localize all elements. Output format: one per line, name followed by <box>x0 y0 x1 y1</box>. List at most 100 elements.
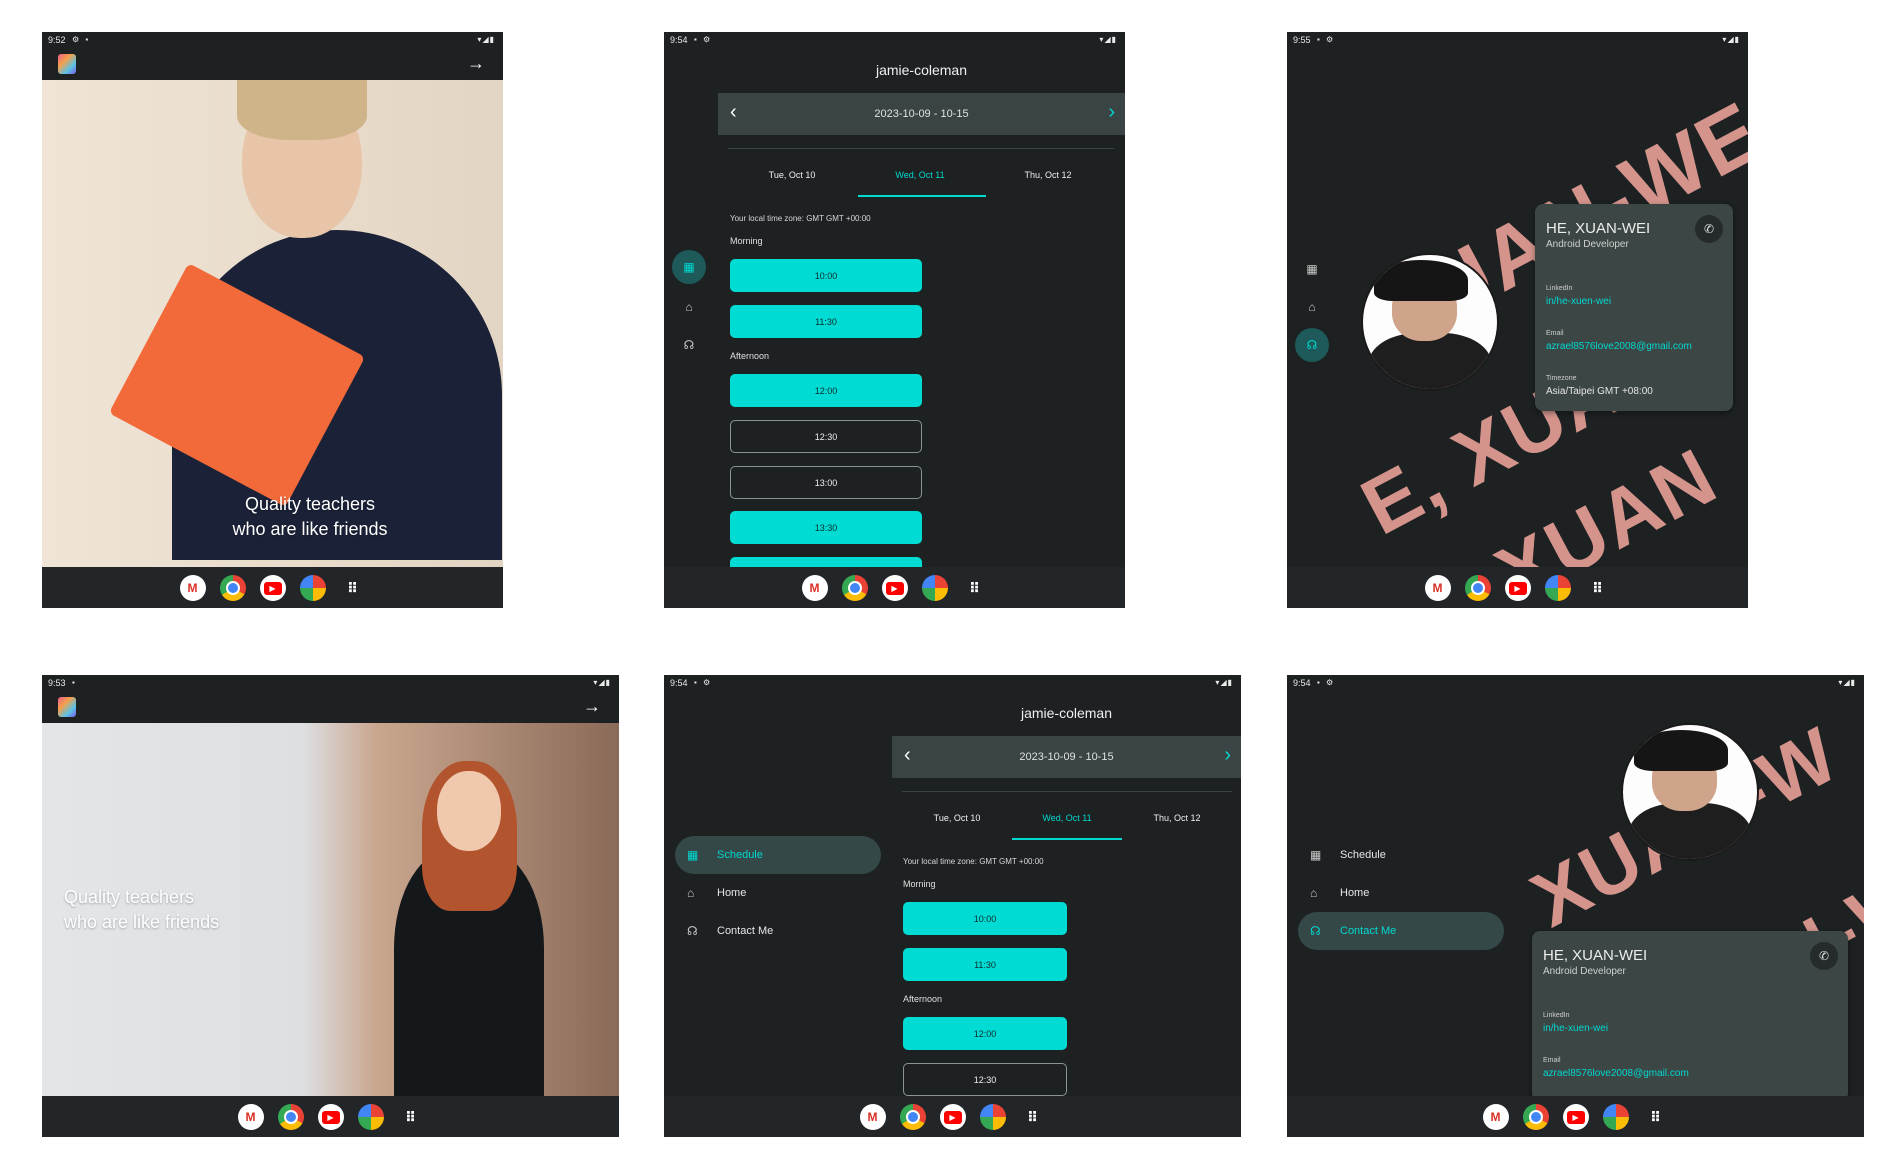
person-face <box>437 771 501 851</box>
next-week-chevron-icon[interactable]: › <box>1108 101 1115 124</box>
linkedin-link[interactable]: in/he-xuen-wei <box>1543 1023 1608 1034</box>
youtube-icon[interactable]: ▶ <box>1562 1104 1589 1130</box>
tab-tue-oct-10[interactable]: Tue, Oct 10 <box>728 170 856 180</box>
tab-thu-oct-12[interactable]: Thu, Oct 12 <box>984 170 1112 180</box>
slot-button[interactable]: 13:30 <box>730 511 922 544</box>
rail-contact-headset-icon[interactable]: ☊ <box>1295 328 1329 362</box>
app-drawer-icon[interactable]: ⠿ <box>1643 1104 1669 1130</box>
schedule-portrait-screen: 9:54 ▪ ⚙ ▾◢▮ ▦ ⌂ ☊ jamie-coleman ‹ 2023-… <box>664 32 1125 608</box>
next-arrow-icon[interactable]: → <box>467 53 485 74</box>
app-drawer-icon[interactable]: ⠿ <box>1020 1104 1046 1130</box>
user-title: jamie-coleman <box>1020 705 1113 721</box>
photos-icon[interactable] <box>979 1104 1006 1130</box>
selected-tab-indicator <box>858 195 986 197</box>
slot-button[interactable]: 11:30 <box>730 305 922 338</box>
slot-button[interactable]: 12:00 <box>730 374 922 407</box>
tab-wed-oct-11[interactable]: Wed, Oct 11 <box>1012 813 1122 823</box>
nav-drawer-item-home[interactable]: ⌂ Home <box>1298 874 1504 912</box>
taskbar: M ▶ ⠿ <box>42 567 503 608</box>
gmail-icon[interactable]: M <box>1424 575 1451 601</box>
chrome-icon[interactable] <box>277 1104 304 1130</box>
app-drawer-icon[interactable]: ⠿ <box>1585 575 1611 601</box>
email-link[interactable]: azrael8576love2008@gmail.com <box>1546 341 1692 352</box>
tagline: Quality teachers who are like friends <box>190 492 430 542</box>
chrome-icon[interactable] <box>841 575 868 601</box>
slot-button[interactable]: 12:30 <box>903 1063 1067 1096</box>
next-week-chevron-icon[interactable]: › <box>1224 744 1231 767</box>
chrome-icon[interactable] <box>899 1104 926 1130</box>
gmail-icon[interactable]: M <box>859 1104 886 1130</box>
photos-icon[interactable] <box>299 575 326 601</box>
rail-schedule-calendar-icon[interactable]: ▦ <box>1295 252 1329 286</box>
slot-button[interactable]: 13:00 <box>730 466 922 499</box>
rail-home-icon[interactable]: ⌂ <box>672 290 706 324</box>
app-logo-icon <box>58 54 76 74</box>
nav-drawer-item-schedule[interactable]: ▦ Schedule <box>1298 836 1504 874</box>
contact-role: Android Developer <box>1546 239 1629 250</box>
youtube-icon[interactable]: ▶ <box>939 1104 966 1130</box>
taskbar: M ▶ ⠿ <box>664 567 1125 608</box>
chrome-icon[interactable] <box>219 575 246 601</box>
youtube-icon[interactable]: ▶ <box>1504 575 1531 601</box>
slot-button[interactable]: 11:30 <box>903 948 1067 981</box>
app-drawer-icon[interactable]: ⠿ <box>962 575 988 601</box>
photos-icon[interactable] <box>921 575 948 601</box>
notification-icons: ⚙ ▪ <box>72 35 91 44</box>
gmail-icon[interactable]: M <box>179 575 206 601</box>
afternoon-label: Afternoon <box>730 351 770 361</box>
photos-icon[interactable] <box>357 1104 384 1130</box>
slot-button[interactable]: 12:30 <box>730 420 922 453</box>
photos-icon[interactable] <box>1602 1104 1629 1130</box>
youtube-icon[interactable]: ▶ <box>317 1104 344 1130</box>
linkedin-label: LinkedIn <box>1543 1012 1570 1019</box>
gmail-icon[interactable]: M <box>801 575 828 601</box>
tab-thu-oct-12[interactable]: Thu, Oct 12 <box>1122 813 1232 823</box>
email-link[interactable]: azrael8576love2008@gmail.com <box>1543 1068 1689 1079</box>
nav-drawer-item-schedule[interactable]: ▦ Schedule <box>675 836 881 874</box>
phone-icon[interactable]: ✆ <box>1810 942 1838 970</box>
notification-icons: ▪ <box>72 678 77 687</box>
slot-button-partial[interactable] <box>730 557 922 567</box>
dock: M ▶ ⠿ <box>1482 1104 1669 1130</box>
slot-button[interactable]: 12:00 <box>903 1017 1067 1050</box>
tagline-line-2: who are like friends <box>232 519 388 539</box>
tagline-line-2: who are like friends <box>64 912 220 932</box>
contact-role: Android Developer <box>1543 966 1626 977</box>
divider <box>902 791 1232 792</box>
nav-drawer-item-contact[interactable]: ☊ Contact Me <box>1298 912 1504 950</box>
phone-icon[interactable]: ✆ <box>1695 215 1723 243</box>
gmail-icon[interactable]: M <box>1482 1104 1509 1130</box>
morning-label: Morning <box>903 879 936 889</box>
tab-wed-oct-11[interactable]: Wed, Oct 11 <box>856 170 984 180</box>
tab-tue-oct-10[interactable]: Tue, Oct 10 <box>902 813 1012 823</box>
nav-label: Home <box>717 887 747 899</box>
chrome-icon[interactable] <box>1464 575 1491 601</box>
chrome-icon[interactable] <box>1522 1104 1549 1130</box>
rail-contact-headset-icon[interactable]: ☊ <box>672 328 706 362</box>
photos-icon[interactable] <box>1544 575 1571 601</box>
app-drawer-icon[interactable]: ⠿ <box>340 575 366 601</box>
dock: M ▶ ⠿ <box>859 1104 1046 1130</box>
contact-card: HE, XUAN-WEI Android Developer ✆ LinkedI… <box>1532 931 1848 1101</box>
slot-button[interactable]: 10:00 <box>730 259 922 292</box>
app-drawer-icon[interactable]: ⠿ <box>398 1104 424 1130</box>
rail-home-icon[interactable]: ⌂ <box>1295 290 1329 324</box>
timezone-note: Your local time zone: GMT GMT +00:00 <box>903 857 1044 866</box>
signal-battery-icons: ▾◢▮ <box>1722 35 1740 44</box>
app-logo-icon[interactable] <box>58 697 76 717</box>
gmail-icon[interactable]: M <box>237 1104 264 1130</box>
nav-drawer-item-contact[interactable]: ☊ Contact Me <box>675 912 881 950</box>
rail-schedule-calendar-icon[interactable]: ▦ <box>672 250 706 284</box>
nav-label: Home <box>1340 887 1370 899</box>
nav-label: Contact Me <box>717 925 774 937</box>
dock: M ▶ ⠿ <box>179 575 366 601</box>
youtube-icon[interactable]: ▶ <box>259 575 286 601</box>
nav-drawer-item-home[interactable]: ⌂ Home <box>675 874 881 912</box>
taskbar: M ▶ ⠿ <box>1287 567 1748 608</box>
contact-landscape-screen: 9:54 ▪ ⚙ ▾◢▮ XUAN-W XUAN-WE ▦ Schedule ⌂… <box>1287 675 1864 1137</box>
youtube-icon[interactable]: ▶ <box>881 575 908 601</box>
avatar <box>1361 253 1499 391</box>
slot-button[interactable]: 10:00 <box>903 902 1067 935</box>
next-arrow-icon[interactable]: → <box>583 696 601 717</box>
linkedin-link[interactable]: in/he-xuen-wei <box>1546 296 1611 307</box>
